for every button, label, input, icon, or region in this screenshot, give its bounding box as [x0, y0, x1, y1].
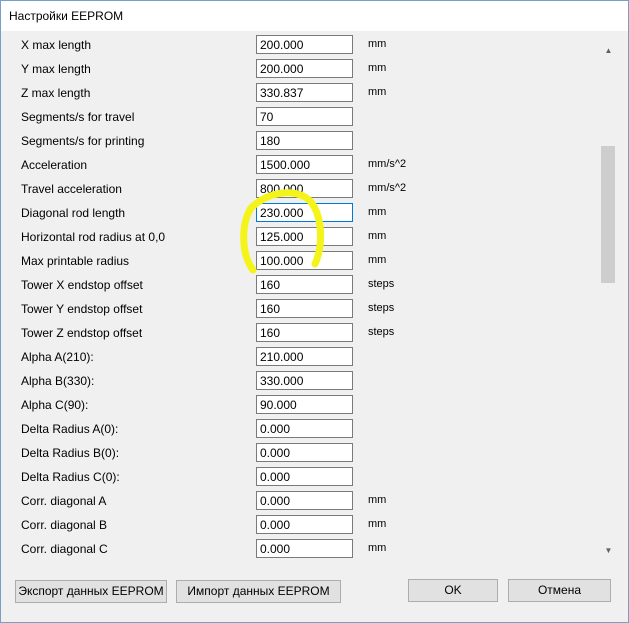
setting-label: Tower X endstop offset: [21, 278, 143, 292]
setting-value-input[interactable]: [256, 83, 353, 102]
setting-label: Segments/s for printing: [21, 134, 145, 148]
setting-value-input[interactable]: [256, 347, 353, 366]
scroll-down-arrow-icon[interactable]: ▼: [600, 543, 617, 559]
setting-value-input[interactable]: [256, 491, 353, 510]
setting-row: Max printable radius mm: [1, 249, 599, 273]
setting-unit: mm: [368, 62, 387, 74]
setting-label: Segments/s for travel: [21, 110, 135, 124]
vertical-scrollbar[interactable]: ▲ ▼: [600, 41, 617, 562]
setting-label: Alpha A(210):: [21, 350, 94, 364]
setting-label: Tower Z endstop offset: [21, 326, 143, 340]
setting-row: Acceleration mm/s^2: [1, 153, 599, 177]
setting-unit: mm: [368, 230, 387, 242]
setting-label: Corr. diagonal C: [21, 542, 108, 556]
setting-label: Alpha B(330):: [21, 374, 95, 388]
setting-row: Alpha C(90):: [1, 393, 599, 417]
setting-unit: mm: [368, 518, 387, 530]
setting-value-input[interactable]: [256, 131, 353, 150]
setting-row: Corr. diagonal B mm: [1, 513, 599, 537]
setting-label: X max length: [21, 38, 92, 52]
export-eeprom-button[interactable]: Экспорт данных EEPROM: [15, 580, 167, 603]
setting-row: Y max length mm: [1, 57, 599, 81]
setting-value-input[interactable]: [256, 227, 353, 246]
setting-label: Z max length: [21, 86, 91, 100]
setting-row: Tower Z endstop offset steps: [1, 321, 599, 345]
scroll-up-arrow-icon[interactable]: ▲: [600, 43, 617, 59]
setting-row: Segments/s for printing: [1, 129, 599, 153]
setting-unit: mm: [368, 494, 387, 506]
setting-unit: mm: [368, 254, 387, 266]
setting-row: Delta Radius C(0):: [1, 465, 599, 489]
setting-row: Corr. diagonal A mm: [1, 489, 599, 513]
cancel-button[interactable]: Отмена: [508, 579, 611, 602]
setting-label: Travel acceleration: [21, 182, 122, 196]
setting-value-input[interactable]: [256, 395, 353, 414]
setting-label: Alpha C(90):: [21, 398, 89, 412]
window-title: Настройки EEPROM: [9, 9, 124, 23]
setting-label: Y max length: [21, 62, 91, 76]
setting-unit: mm/s^2: [368, 158, 407, 170]
setting-value-input[interactable]: [256, 539, 353, 558]
setting-value-input[interactable]: [256, 323, 353, 342]
setting-row: Diagonal rod length mm: [1, 201, 599, 225]
setting-unit: steps: [368, 278, 395, 290]
setting-value-input[interactable]: [256, 59, 353, 78]
setting-row: Horizontal rod radius at 0,0 mm: [1, 225, 599, 249]
setting-label: Diagonal rod length: [21, 206, 126, 220]
setting-value-input[interactable]: [256, 467, 353, 486]
setting-label: Delta Radius A(0):: [21, 422, 119, 436]
setting-unit: mm/s^2: [368, 182, 407, 194]
setting-row: Z max length mm: [1, 81, 599, 105]
scrollbar-thumb[interactable]: [601, 146, 615, 283]
setting-unit: steps: [368, 326, 395, 338]
setting-row: Alpha A(210):: [1, 345, 599, 369]
setting-value-input[interactable]: [256, 515, 353, 534]
setting-row: Alpha B(330):: [1, 369, 599, 393]
setting-row: X max length mm: [1, 35, 599, 57]
import-eeprom-button[interactable]: Импорт данных EEPROM: [176, 580, 341, 603]
setting-label: Delta Radius B(0):: [21, 446, 120, 460]
setting-row: Delta Radius B(0):: [1, 441, 599, 465]
eeprom-settings-window: Настройки EEPROM X max lengthmmY max len…: [0, 0, 629, 623]
setting-unit: mm: [368, 38, 387, 50]
setting-value-input[interactable]: [256, 443, 353, 462]
setting-row: Travel acceleration mm/s^2: [1, 177, 599, 201]
title-bar: Настройки EEPROM: [1, 1, 628, 31]
settings-list: X max lengthmmY max lengthmmZ max length…: [1, 35, 599, 563]
setting-label: Tower Y endstop offset: [21, 302, 143, 316]
setting-label: Acceleration: [21, 158, 88, 172]
setting-label: Delta Radius C(0):: [21, 470, 120, 484]
setting-label: Corr. diagonal A: [21, 494, 107, 508]
setting-label: Max printable radius: [21, 254, 130, 268]
setting-value-input[interactable]: [256, 179, 353, 198]
ok-button[interactable]: OK: [408, 579, 498, 602]
setting-value-input[interactable]: [256, 371, 353, 390]
setting-value-input[interactable]: [256, 35, 353, 54]
setting-value-input[interactable]: [256, 299, 353, 318]
setting-row: Corr. diagonal C mm: [1, 537, 599, 561]
setting-unit: mm: [368, 86, 387, 98]
setting-value-input[interactable]: [256, 251, 353, 270]
setting-label: Horizontal rod radius at 0,0: [21, 230, 166, 244]
setting-unit: mm: [368, 542, 387, 554]
setting-row: Tower Y endstop offset steps: [1, 297, 599, 321]
setting-value-input[interactable]: [256, 203, 353, 222]
setting-row: Segments/s for travel: [1, 105, 599, 129]
setting-value-input[interactable]: [256, 275, 353, 294]
setting-row: Tower X endstop offset steps: [1, 273, 599, 297]
setting-row: Delta Radius A(0):: [1, 417, 599, 441]
setting-unit: steps: [368, 302, 395, 314]
setting-value-input[interactable]: [256, 419, 353, 438]
setting-unit: mm: [368, 206, 387, 218]
setting-value-input[interactable]: [256, 107, 353, 126]
setting-label: Corr. diagonal B: [21, 518, 108, 532]
setting-value-input[interactable]: [256, 155, 353, 174]
